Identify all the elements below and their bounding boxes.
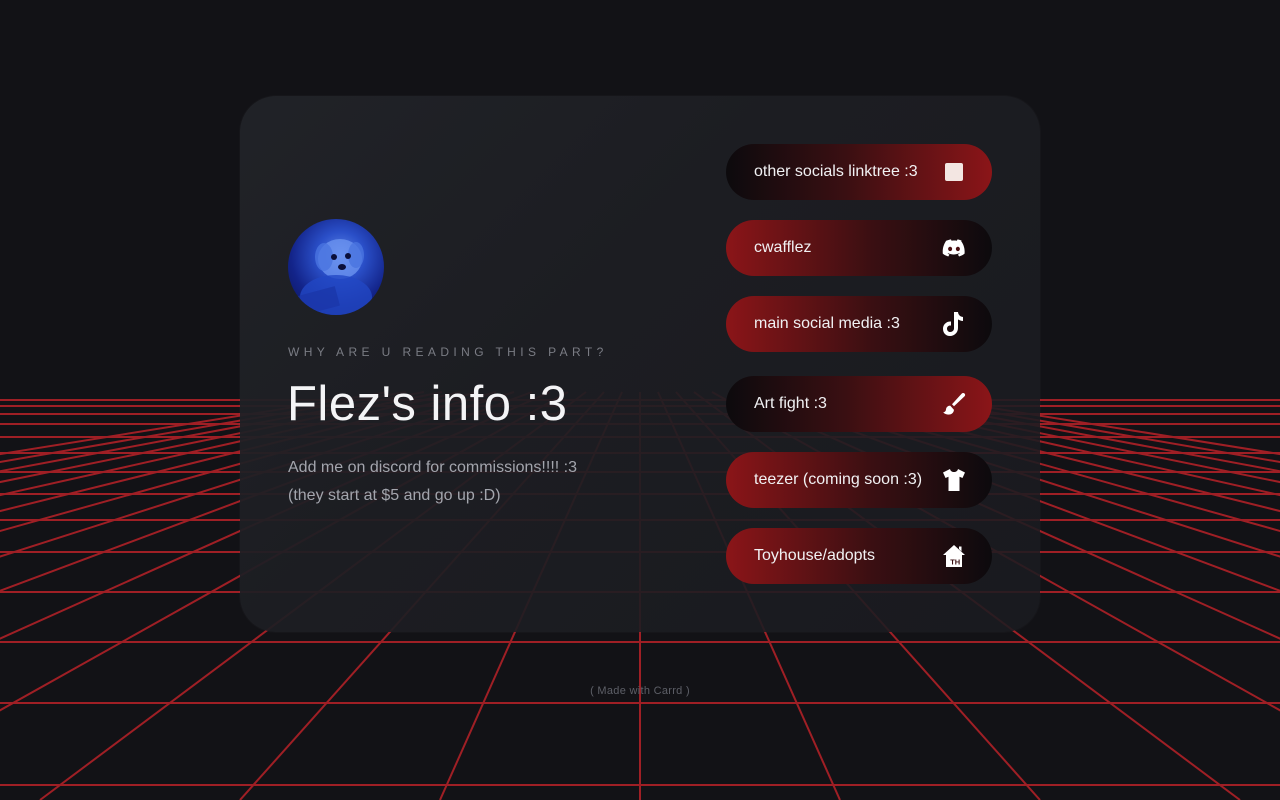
tshirt-icon (942, 468, 966, 492)
tiktok-icon (942, 312, 966, 336)
linktree-square-icon (942, 160, 966, 184)
linktree-button[interactable]: other socials linktree :3 (726, 144, 992, 200)
profile-card: WHY ARE U READING THIS PART? Flez's info… (240, 96, 1040, 632)
link-label: main social media :3 (754, 315, 900, 332)
paintbrush-icon (942, 392, 966, 416)
toyhouse-button[interactable]: Toyhouse/adopts TH (726, 528, 992, 584)
svg-text:TH: TH (950, 558, 960, 567)
tiktok-button[interactable]: main social media :3 (726, 296, 992, 352)
link-label: cwafflez (754, 239, 812, 256)
page-title: Flez's info :3 (287, 377, 568, 431)
avatar (288, 219, 384, 315)
link-label: other socials linktree :3 (754, 163, 918, 180)
toyhouse-icon: TH (942, 544, 966, 568)
description-line: Add me on discord for commissions!!!! :3 (288, 459, 577, 476)
description-line: (they start at $5 and go up :D) (288, 487, 501, 504)
art-fight-button[interactable]: Art fight :3 (726, 376, 992, 432)
teezer-button[interactable]: teezer (coming soon :3) (726, 452, 992, 508)
link-label: Toyhouse/adopts (754, 547, 875, 564)
link-label: Art fight :3 (754, 395, 827, 412)
dog-photo-icon (296, 239, 372, 315)
link-label: teezer (coming soon :3) (754, 471, 923, 488)
tagline: WHY ARE U READING THIS PART? (288, 345, 608, 359)
discord-icon (942, 236, 966, 260)
discord-button[interactable]: cwafflez (726, 220, 992, 276)
description: Add me on discord for commissions!!!! :3… (288, 454, 648, 510)
made-with-carrd-link[interactable]: ( Made with Carrd ) (0, 685, 1280, 697)
page-background: WHY ARE U READING THIS PART? Flez's info… (0, 0, 1280, 800)
